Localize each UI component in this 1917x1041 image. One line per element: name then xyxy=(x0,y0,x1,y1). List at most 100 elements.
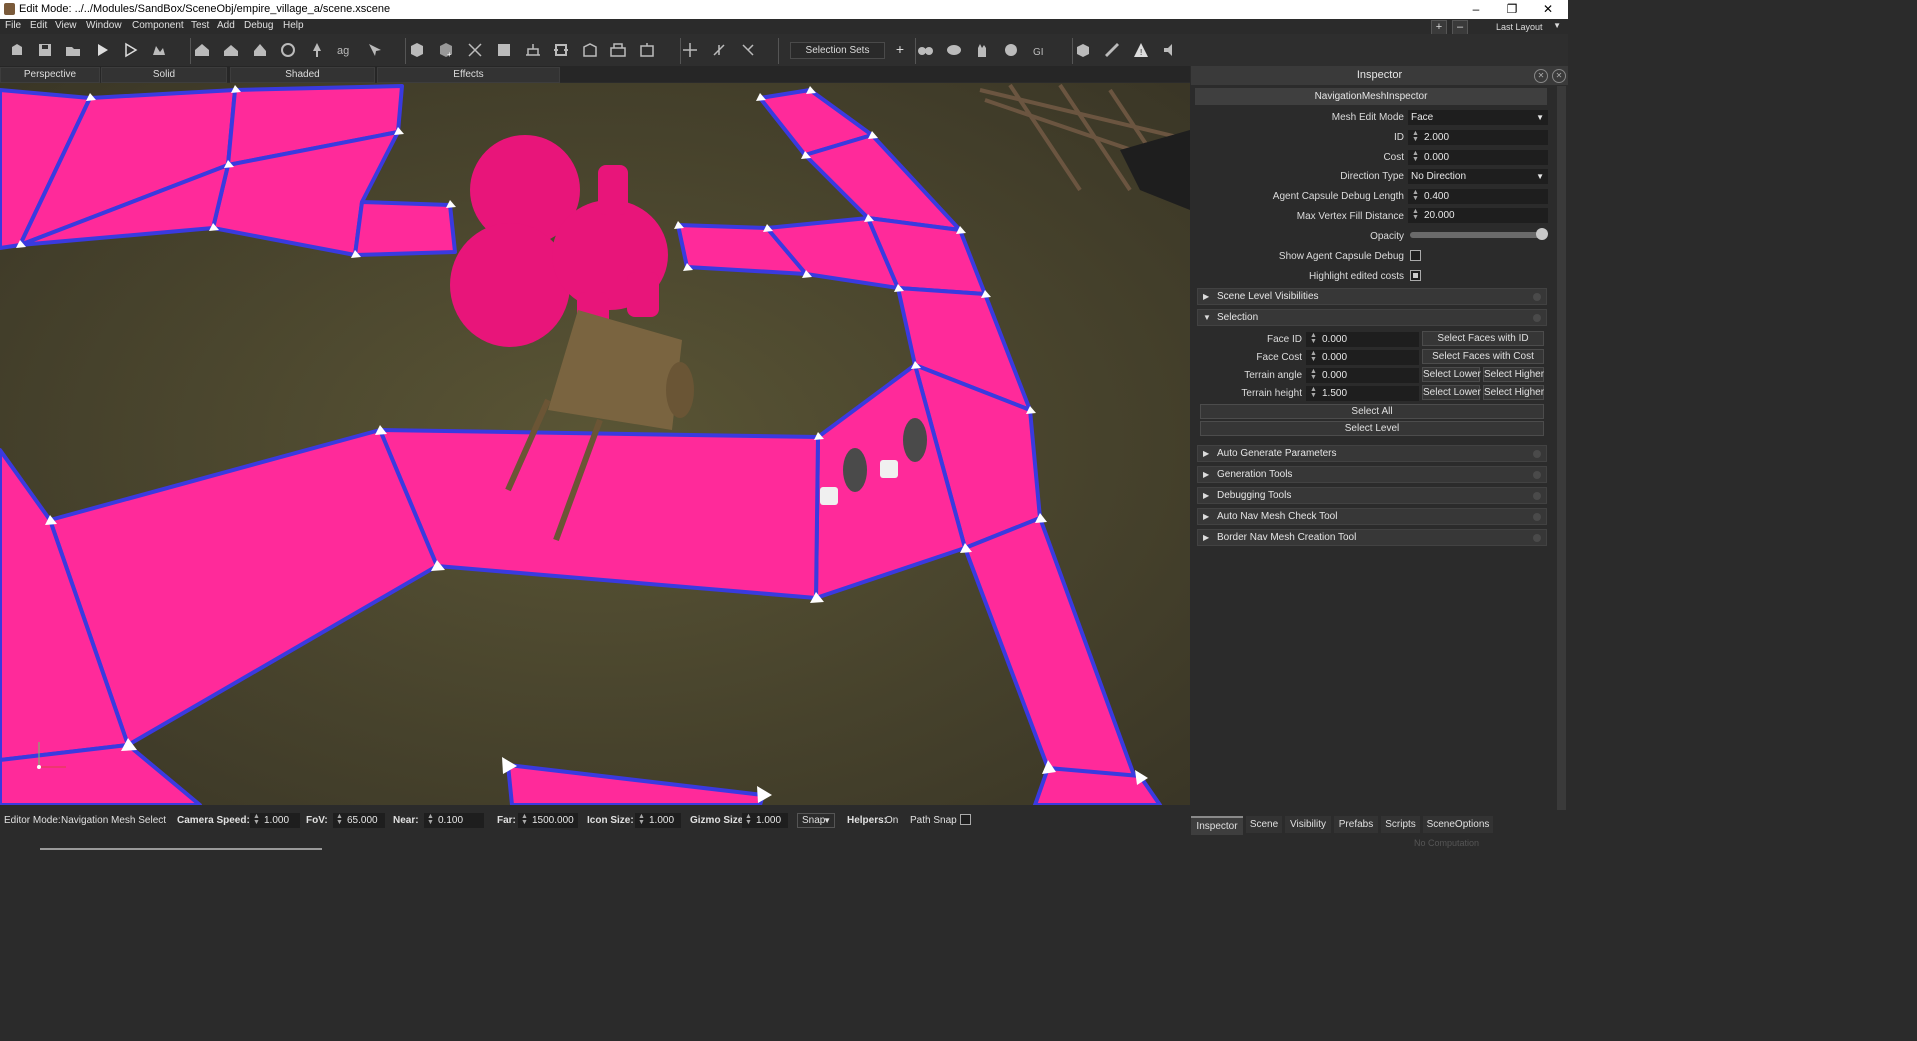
menu-add[interactable]: Add xyxy=(217,20,235,31)
sound-icon[interactable] xyxy=(1159,39,1181,61)
spinner-icon[interactable]: ▲ ▼ xyxy=(1310,350,1317,363)
helpers-value[interactable]: On xyxy=(885,815,898,826)
face-cost-field[interactable]: ▲ ▼ 0.000 xyxy=(1306,350,1419,365)
show-capsule-checkbox[interactable] xyxy=(1410,250,1421,261)
restore-button[interactable]: ❐ xyxy=(1494,0,1530,19)
gi-icon[interactable]: GI xyxy=(1029,39,1051,61)
select-faces-with-cost-button[interactable]: Select Faces with Cost xyxy=(1422,349,1544,364)
section-auto-generate[interactable]: ▶ Auto Generate Parameters xyxy=(1197,445,1547,462)
save-icon[interactable] xyxy=(34,39,56,61)
scene-viewport[interactable] xyxy=(0,83,1190,805)
prefab-icon[interactable] xyxy=(6,39,28,61)
close-icon[interactable]: ✕ xyxy=(1552,69,1566,83)
grid2-icon[interactable] xyxy=(607,39,629,61)
ruler-icon[interactable] xyxy=(1101,39,1123,61)
close-button[interactable]: ✕ xyxy=(1530,0,1566,19)
cost-field[interactable]: ▲ ▼ 0.000 xyxy=(1408,150,1548,165)
cube-icon[interactable] xyxy=(406,39,428,61)
grid3-icon[interactable] xyxy=(636,39,658,61)
section-scene-level-visibilities[interactable]: ▶ Scene Level Visibilities xyxy=(1197,288,1547,305)
select-lower-height-button[interactable]: Select Lower xyxy=(1422,385,1481,400)
near-field[interactable]: ▲ ▼ 0.100 xyxy=(424,813,484,828)
spinner-icon[interactable]: ▲ ▼ xyxy=(1412,150,1419,163)
select-higher-angle-button[interactable]: Select Higher xyxy=(1483,367,1544,382)
select-faces-with-id-button[interactable]: Select Faces with ID xyxy=(1422,331,1544,346)
agent-capsule-field[interactable]: ▲ ▼ 0.400 xyxy=(1408,189,1548,204)
open-icon[interactable] xyxy=(62,39,84,61)
warning-icon[interactable]: ! xyxy=(1130,39,1152,61)
highlight-checkbox[interactable] xyxy=(1410,270,1421,281)
nav-b-icon[interactable] xyxy=(708,39,730,61)
tab-shaded[interactable]: Shaded xyxy=(230,67,375,83)
minimize-button[interactable]: – xyxy=(1458,0,1494,19)
grid-icon[interactable] xyxy=(579,39,601,61)
tab-scene[interactable]: Scene xyxy=(1246,816,1282,833)
layout-remove-button[interactable]: – xyxy=(1452,20,1468,35)
spinner-icon[interactable]: ▲ ▼ xyxy=(745,813,752,826)
layout-select[interactable]: Last Layout ▼ xyxy=(1478,20,1564,34)
menu-window[interactable]: Window xyxy=(86,20,122,31)
hand-icon[interactable] xyxy=(971,39,993,61)
tab-prefabs[interactable]: Prefabs xyxy=(1334,816,1378,833)
play-outline-icon[interactable] xyxy=(119,39,141,61)
spinner-icon[interactable]: ▲ ▼ xyxy=(638,813,645,826)
menu-test[interactable]: Test xyxy=(191,20,209,31)
select-higher-height-button[interactable]: Select Higher xyxy=(1483,385,1544,400)
scene-render[interactable] xyxy=(0,83,1190,805)
menu-debug[interactable]: Debug xyxy=(244,20,273,31)
select-all-button[interactable]: Select All xyxy=(1200,404,1544,419)
mesh-edit-mode-select[interactable]: Face ▼ xyxy=(1408,110,1548,125)
spinner-icon[interactable]: ▲ ▼ xyxy=(1310,386,1317,399)
tab-visibility[interactable]: Visibility xyxy=(1285,816,1331,833)
selection-sets-dropdown[interactable]: Selection Sets xyxy=(790,42,885,59)
binoculars-icon[interactable] xyxy=(914,39,936,61)
cube-add-icon[interactable]: + xyxy=(435,39,457,61)
opacity-slider[interactable] xyxy=(1410,228,1548,240)
spinner-icon[interactable]: ▲ ▼ xyxy=(427,813,434,826)
icon-size-field[interactable]: ▲ ▼ 1.000 xyxy=(635,813,681,828)
house2-icon[interactable] xyxy=(220,39,242,61)
menu-help[interactable]: Help xyxy=(283,20,304,31)
branch-icon[interactable] xyxy=(464,39,486,61)
terrain-height-field[interactable]: ▲ ▼ 1.500 xyxy=(1306,386,1419,401)
nav-c-icon[interactable] xyxy=(737,39,759,61)
tab-inspector[interactable]: Inspector xyxy=(1191,816,1243,835)
menu-view[interactable]: View xyxy=(55,20,77,31)
terrain-angle-field[interactable]: ▲ ▼ 0.000 xyxy=(1306,368,1419,383)
snapshot-icon[interactable] xyxy=(1072,39,1094,61)
spinner-icon[interactable]: ▲ ▼ xyxy=(521,813,528,826)
far-field[interactable]: ▲ ▼ 1500.000 xyxy=(518,813,578,828)
spinner-icon[interactable]: ▲ ▼ xyxy=(1310,368,1317,381)
path-snap-checkbox[interactable] xyxy=(960,814,971,825)
menu-edit[interactable]: Edit xyxy=(30,20,47,31)
selection-sets-add-button[interactable]: + xyxy=(893,42,907,57)
spinner-icon[interactable]: ▲ ▼ xyxy=(1412,189,1419,202)
camera-speed-field[interactable]: ▲ ▼ 1.000 xyxy=(250,813,300,828)
section-selection[interactable]: ▼ Selection xyxy=(1197,309,1547,326)
menu-component[interactable]: Component xyxy=(132,20,184,31)
tree-icon[interactable] xyxy=(306,39,328,61)
tab-sceneoptions[interactable]: SceneOptions xyxy=(1423,816,1493,833)
spinner-icon[interactable]: ▲ ▼ xyxy=(253,813,260,826)
run-icon[interactable] xyxy=(147,39,169,61)
opacity-slider-knob[interactable] xyxy=(1536,228,1548,240)
snap-dropdown[interactable]: Snap ▼ xyxy=(797,813,835,828)
id-field[interactable]: ▲ ▼ 2.000 xyxy=(1408,130,1548,145)
section-border-nav[interactable]: ▶ Border Nav Mesh Creation Tool xyxy=(1197,529,1547,546)
spinner-icon[interactable]: ▲ ▼ xyxy=(1412,130,1419,143)
tab-perspective[interactable]: Perspective xyxy=(0,67,100,83)
mesh-icon[interactable] xyxy=(522,39,544,61)
section-generation-tools[interactable]: ▶ Generation Tools xyxy=(1197,466,1547,483)
settings-icon[interactable]: ✕ xyxy=(1534,69,1548,83)
tab-effects[interactable]: Effects xyxy=(377,67,560,83)
cube2-icon[interactable] xyxy=(493,39,515,61)
spinner-icon[interactable]: ▲ ▼ xyxy=(336,813,343,826)
face-id-field[interactable]: ▲ ▼ 0.000 xyxy=(1306,332,1419,347)
path-icon[interactable] xyxy=(277,39,299,61)
cursor-icon[interactable] xyxy=(363,39,385,61)
gizmo-size-field[interactable]: ▲ ▼ 1.000 xyxy=(742,813,788,828)
house3-icon[interactable] xyxy=(249,39,271,61)
menu-file[interactable]: File xyxy=(5,20,21,31)
spinner-icon[interactable]: ▲ ▼ xyxy=(1412,208,1419,221)
sphere-icon[interactable] xyxy=(1000,39,1022,61)
